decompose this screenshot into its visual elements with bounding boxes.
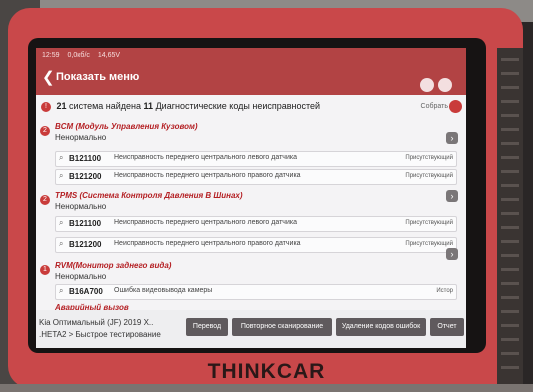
summary-text-a: система найдена: [69, 101, 142, 111]
device-body: 12:59 0,0кб/с 14,65V ❮ Показать меню ! 2…: [8, 8, 523, 388]
rescan-button[interactable]: Повторное сканирование: [232, 318, 332, 336]
system-tpms[interactable]: 2 TPMS (Система Контроля Давления В Шина…: [40, 191, 243, 211]
grip-line: [501, 86, 519, 89]
search-icon[interactable]: ⌕: [59, 218, 63, 228]
dtc-code: B121200: [69, 172, 102, 181]
grip-line: [501, 114, 519, 117]
dtc-row[interactable]: ⌕ B121200 Неисправность переднего центра…: [55, 169, 457, 185]
grip-line: [501, 324, 519, 327]
page-title: Показать меню: [56, 71, 140, 83]
grip-line: [501, 226, 519, 229]
system-name: TPMS (Система Контроля Давления В Шинах): [55, 191, 243, 200]
search-icon[interactable]: ⌕: [59, 286, 63, 296]
translate-button[interactable]: Перевод: [186, 318, 228, 336]
dtc-row[interactable]: ⌕ B16A700 Ошибка видеовывода камеры Исто…: [55, 284, 457, 300]
grip-line: [501, 72, 519, 75]
scan-summary: ! 21 система найдена 11 Диагностические …: [41, 101, 320, 112]
grip-line: [501, 254, 519, 257]
status-time: 12:59: [42, 52, 60, 59]
dtc-code: B121100: [69, 219, 102, 228]
grip-line: [501, 212, 519, 215]
system-rvm[interactable]: 1 RVM(Монитор заднего вида) Ненормально: [40, 261, 171, 281]
fault-count-badge: 2: [40, 195, 50, 205]
grip-line: [501, 296, 519, 299]
system-name: RVM(Монитор заднего вида): [55, 261, 172, 270]
car-icon[interactable]: [438, 78, 452, 92]
dtc-status: Присутствующий: [405, 241, 453, 247]
chevron-right-icon[interactable]: ›: [446, 190, 458, 202]
dtc-row[interactable]: ⌕ B121100 Неисправность переднего центра…: [55, 216, 457, 232]
summary-text-b: Диагностические коды неисправностей: [155, 101, 321, 111]
alert-icon: !: [41, 101, 51, 112]
dtc-description: Неисправность переднего центрального пра…: [114, 172, 301, 179]
grip-line: [501, 310, 519, 313]
dtc-code: B16A700: [69, 287, 103, 296]
chevron-right-icon[interactable]: ›: [446, 248, 458, 260]
system-state: Ненормально: [55, 133, 107, 142]
dtc-code: B121100: [69, 154, 102, 163]
grip-line: [501, 184, 519, 187]
back-arrow-icon[interactable]: ❮: [42, 68, 55, 86]
search-icon[interactable]: ⌕: [59, 171, 63, 181]
fault-count-badge: 1: [40, 265, 50, 275]
breadcrumb: .HETA2 > Быстрое тестирование: [39, 330, 161, 339]
dtc-status: Присутствующий: [405, 155, 453, 161]
dtc-description: Неисправность переднего центрального лев…: [114, 219, 297, 226]
collect-icon[interactable]: [449, 100, 462, 113]
dtc-status: Присутствующий: [405, 220, 453, 226]
device-brand: THINKCAR: [207, 360, 326, 383]
status-bar: 12:59 0,0кб/с 14,65V: [42, 52, 126, 59]
grip-line: [501, 100, 519, 103]
status-speed: 0,0кб/с: [67, 52, 90, 59]
dtc-status: Присутствующий: [405, 173, 453, 179]
grip-line: [501, 198, 519, 201]
grip-line: [501, 240, 519, 243]
grip-line: [501, 142, 519, 145]
dtc-description: Ошибка видеовывода камеры: [114, 287, 213, 294]
header-bar: 12:59 0,0кб/с 14,65V ❮ Показать меню: [36, 48, 466, 95]
home-icon[interactable]: [420, 78, 434, 92]
system-bcm[interactable]: 2 BCM (Модуль Управления Кузовом) Ненорм…: [40, 122, 198, 142]
grip-line: [501, 338, 519, 341]
fault-count-badge: 2: [40, 126, 50, 136]
dtc-code: B121200: [69, 240, 102, 249]
grip-line: [501, 128, 519, 131]
chevron-right-icon[interactable]: ›: [446, 132, 458, 144]
vehicle-info: Kia Оптимальный (JF) 2019 X..: [39, 318, 154, 327]
system-state: Ненормально: [55, 202, 107, 211]
grip-line: [501, 58, 519, 61]
dtc-description: Неисправность переднего центрального пра…: [114, 240, 301, 247]
footer-bar: Kia Оптимальный (JF) 2019 X.. .HETA2 > Б…: [36, 310, 466, 348]
screen: 12:59 0,0кб/с 14,65V ❮ Показать меню ! 2…: [36, 48, 466, 348]
grip-line: [501, 156, 519, 159]
grip-line: [501, 268, 519, 271]
search-icon[interactable]: ⌕: [59, 239, 63, 249]
dtc-count: 11: [143, 101, 154, 111]
report-button[interactable]: Отчет: [430, 318, 464, 336]
dtc-description: Неисправность переднего центрального лев…: [114, 154, 297, 161]
system-state: Ненормально: [55, 272, 107, 281]
dtc-status: Истор: [436, 288, 453, 294]
search-icon[interactable]: ⌕: [59, 153, 63, 163]
system-count: 21: [56, 101, 67, 111]
clear-codes-button[interactable]: Удаление кодов ошибок: [336, 318, 426, 336]
device-grip: [497, 48, 523, 388]
grip-line: [501, 282, 519, 285]
dtc-row[interactable]: ⌕ B121100 Неисправность переднего центра…: [55, 151, 457, 167]
status-voltage: 14,65V: [97, 52, 121, 59]
collect-button[interactable]: Собрать: [421, 103, 448, 110]
dtc-row[interactable]: ⌕ B121200 Неисправность переднего центра…: [55, 237, 457, 253]
grip-line: [501, 170, 519, 173]
grip-line: [501, 352, 519, 355]
background-bottom: [0, 384, 533, 392]
system-name: BCM (Модуль Управления Кузовом): [55, 122, 198, 131]
